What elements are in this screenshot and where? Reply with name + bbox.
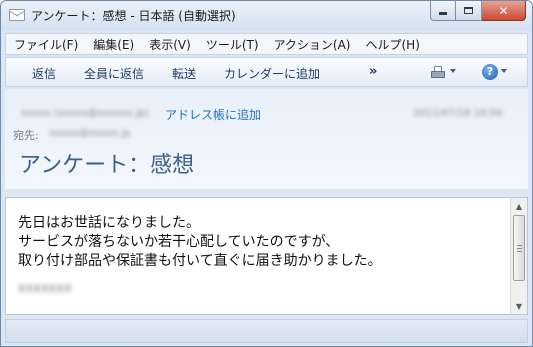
body-line: 取り付け部品や保証書も付いて直ぐに届き助かりました。: [18, 253, 382, 269]
toolbar: 返信 全員に返信 転送 カレンダーに追加 » ?: [5, 57, 528, 87]
printer-body: [431, 71, 445, 78]
mail-window: アンケート：感想 - 日本語 (自動選択) ✕ ファイル(F) 編集(E) 表示…: [0, 0, 533, 347]
print-dropdown-icon[interactable]: [450, 69, 456, 73]
window-title: アンケート：感想 - 日本語 (自動選択): [31, 9, 236, 23]
body-line: 先日はお世話になりました。: [18, 215, 200, 231]
toolbar-overflow-button[interactable]: »: [369, 64, 377, 79]
sender-field: xxxxx (xxxxx@xxxxxx.jp): [21, 108, 149, 119]
reply-button[interactable]: 返信: [32, 65, 56, 82]
add-to-contacts-link[interactable]: アドレス帳に追加: [165, 106, 261, 123]
minimize-button[interactable]: [430, 1, 456, 21]
scroll-thumb[interactable]: [513, 215, 525, 281]
minimize-icon: [439, 12, 447, 15]
body-line: サービスが落ちないか若干心配していたのですが、: [18, 234, 340, 250]
grip-line: [517, 245, 522, 246]
menu-bar: ファイル(F) 編集(E) 表示(V) ツール(T) アクション(A) ヘルプ(…: [5, 33, 528, 55]
signature: xxxxxxx: [18, 281, 72, 296]
scroll-down-icon[interactable]: ▼: [511, 298, 527, 314]
message-body[interactable]: 先日はお世話になりました。 サービスが落ちないか若干心配していたのですが、 取り…: [5, 197, 528, 315]
grip-line: [517, 251, 522, 252]
help-dropdown-icon[interactable]: [501, 69, 507, 73]
menu-action[interactable]: アクション(A): [274, 36, 351, 53]
add-to-calendar-button[interactable]: カレンダーに追加: [224, 65, 320, 82]
menu-file[interactable]: ファイル(F): [14, 36, 78, 53]
maximize-button[interactable]: [456, 1, 482, 21]
subject-heading: アンケート：感想: [19, 153, 195, 178]
window-controls: ✕: [430, 1, 526, 21]
menu-tools[interactable]: ツール(T): [206, 36, 259, 53]
message-header: xxxxx (xxxxx@xxxxxx.jp) アドレス帳に追加 2011/07…: [5, 89, 528, 189]
vertical-scrollbar[interactable]: ▲ ▼: [510, 198, 527, 314]
menu-view[interactable]: 表示(V): [149, 36, 191, 53]
forward-button[interactable]: 転送: [172, 65, 196, 82]
printer-icon[interactable]: [431, 66, 445, 80]
mail-envelope-icon: [9, 9, 25, 21]
menu-edit[interactable]: 編集(E): [93, 36, 134, 53]
reply-all-button[interactable]: 全員に返信: [84, 65, 144, 82]
status-bar: [5, 319, 528, 343]
close-button[interactable]: ✕: [482, 1, 526, 21]
to-field: xxxxx@xxxxx.jp: [49, 128, 131, 139]
grip-line: [517, 248, 522, 249]
menu-help[interactable]: ヘルプ(H): [366, 36, 420, 53]
scroll-up-icon[interactable]: ▲: [511, 198, 527, 214]
to-label: 宛先:: [13, 129, 39, 142]
title-bar[interactable]: アンケート：感想 - 日本語 (自動選択) ✕: [1, 1, 532, 31]
help-icon[interactable]: ?: [482, 64, 498, 80]
close-icon: ✕: [498, 3, 509, 18]
maximize-icon: [464, 7, 473, 14]
date-field: 2011/07/18 10:50: [413, 108, 503, 119]
